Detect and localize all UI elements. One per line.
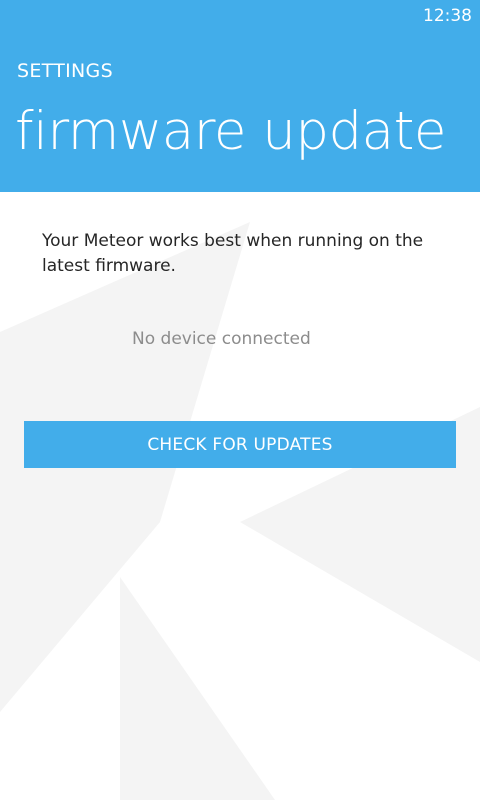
firmware-description: Your Meteor works best when running on t…: [42, 231, 424, 276]
connection-status-text: No device connected: [132, 329, 311, 349]
app-title: SETTINGS: [17, 60, 113, 82]
firmware-update-screen: 12:38 SETTINGS firmware update Your Mete…: [0, 0, 480, 800]
page-header: 12:38 SETTINGS firmware update: [0, 0, 480, 192]
status-bar-time: 12:38: [423, 6, 472, 26]
page-title: firmware update: [15, 101, 447, 162]
check-for-updates-button[interactable]: CHECK FOR UPDATES: [24, 421, 456, 468]
background-watermark: [0, 222, 480, 800]
